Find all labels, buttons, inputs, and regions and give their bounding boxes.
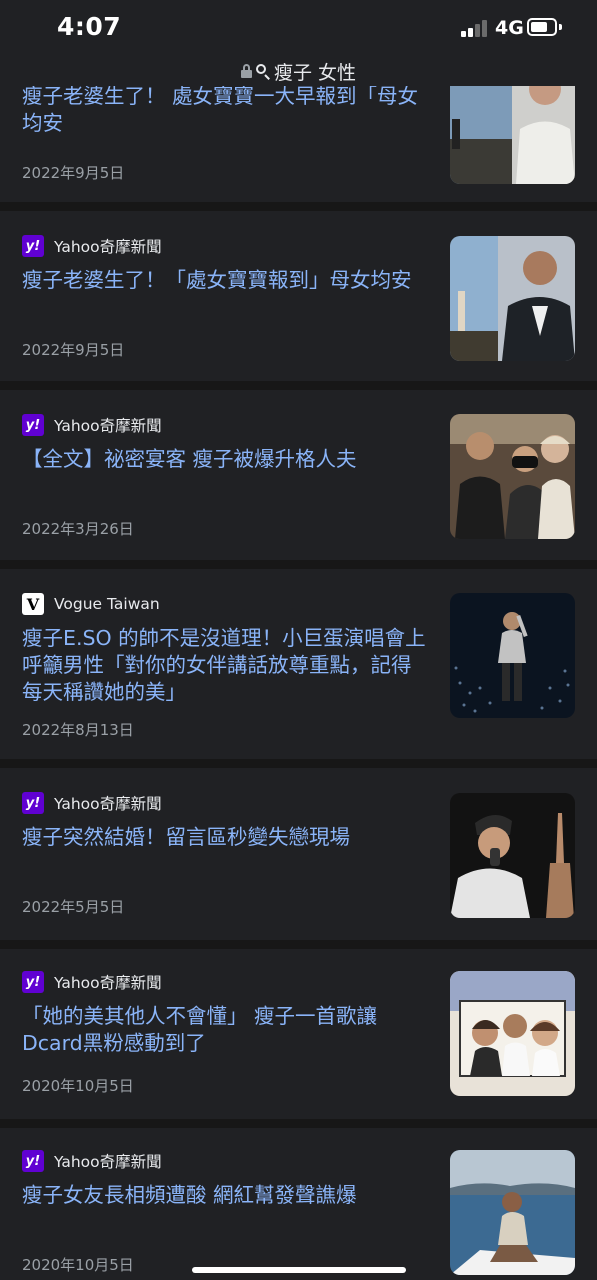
news-date: 2022年9月5日	[22, 164, 125, 182]
card-divider	[0, 560, 597, 569]
vogue-logo-icon: V	[22, 593, 44, 615]
news-date: 2020年10月5日	[22, 1256, 134, 1274]
home-indicator[interactable]	[192, 1267, 406, 1273]
news-thumbnail[interactable]	[450, 1150, 575, 1275]
status-time: 4:07	[57, 12, 122, 41]
search-icon	[255, 64, 270, 78]
cellular-signal-icon	[461, 19, 491, 37]
news-card[interactable]: y! Yahoo奇摩新聞 【全文】祕密宴客 瘦子被爆升格人夫 2022年3月26…	[0, 390, 597, 560]
battery-icon	[527, 18, 557, 36]
card-divider	[0, 202, 597, 211]
news-date: 2022年8月13日	[22, 721, 134, 739]
news-source-name: Yahoo奇摩新聞	[54, 417, 162, 435]
news-thumbnail[interactable]	[450, 236, 575, 361]
news-date: 2022年3月26日	[22, 520, 134, 538]
search-query[interactable]: 瘦子 女性	[274, 58, 356, 85]
news-headline[interactable]: 「她的美其他人不會懂」 瘦子一首歌讓Dcard黑粉感動到了	[22, 1003, 427, 1057]
yahoo-logo-icon: y!	[22, 1150, 44, 1172]
address-bar[interactable]: 瘦子 女性	[0, 56, 597, 86]
card-divider	[0, 1119, 597, 1128]
news-date: 2022年5月5日	[22, 898, 125, 916]
news-thumbnail[interactable]	[450, 593, 575, 718]
news-card[interactable]: 瘦子老婆生了！ 處女寶寶一大早報到「母女均安 2022年9月5日	[0, 59, 597, 202]
news-card[interactable]: y! Yahoo奇摩新聞 瘦子女友長相頻遭酸 網紅幫發聲譙爆 2020年10月5…	[0, 1128, 597, 1280]
news-date: 2020年10月5日	[22, 1077, 134, 1095]
news-source: y! Yahoo奇摩新聞	[22, 971, 162, 993]
news-source: y! Yahoo奇摩新聞	[22, 792, 162, 814]
news-headline[interactable]: 瘦子老婆生了！ 處女寶寶一大早報到「母女均安	[22, 83, 427, 137]
news-thumbnail[interactable]	[450, 971, 575, 1096]
news-source-name: Yahoo奇摩新聞	[54, 238, 162, 256]
lock-icon	[240, 64, 252, 78]
yahoo-logo-icon: y!	[22, 414, 44, 436]
yahoo-logo-icon: y!	[22, 971, 44, 993]
news-headline[interactable]: 瘦子E.SO 的帥不是沒道理！小巨蛋演唱會上呼籲男性「對你的女伴講話放尊重點，記…	[22, 625, 427, 706]
news-headline[interactable]: 【全文】祕密宴客 瘦子被爆升格人夫	[22, 446, 427, 473]
news-source-name: Yahoo奇摩新聞	[54, 974, 162, 992]
yahoo-logo-icon: y!	[22, 792, 44, 814]
card-divider	[0, 759, 597, 768]
news-source-name: Vogue Taiwan	[54, 595, 160, 613]
news-headline[interactable]: 瘦子突然結婚！留言區秒變失戀現場	[22, 824, 427, 851]
yahoo-logo-icon: y!	[22, 235, 44, 257]
news-source: V Vogue Taiwan	[22, 593, 160, 615]
news-card[interactable]: y! Yahoo奇摩新聞 瘦子突然結婚！留言區秒變失戀現場 2022年5月5日	[0, 768, 597, 940]
news-source: y! Yahoo奇摩新聞	[22, 1150, 162, 1172]
news-card[interactable]: y! Yahoo奇摩新聞 瘦子老婆生了！「處女寶寶報到」母女均安 2022年9月…	[0, 211, 597, 381]
status-bar: 4:07 4G	[0, 0, 597, 56]
news-date: 2022年9月5日	[22, 341, 125, 359]
card-divider	[0, 940, 597, 949]
news-source-name: Yahoo奇摩新聞	[54, 1153, 162, 1171]
news-source: y! Yahoo奇摩新聞	[22, 235, 162, 257]
network-type: 4G	[495, 17, 524, 39]
news-card[interactable]: y! Yahoo奇摩新聞 「她的美其他人不會懂」 瘦子一首歌讓Dcard黑粉感動…	[0, 949, 597, 1119]
news-source-name: Yahoo奇摩新聞	[54, 795, 162, 813]
news-thumbnail[interactable]	[450, 793, 575, 918]
news-headline[interactable]: 瘦子女友長相頻遭酸 網紅幫發聲譙爆	[22, 1182, 427, 1209]
battery-cap	[559, 24, 562, 30]
news-card[interactable]: V Vogue Taiwan 瘦子E.SO 的帥不是沒道理！小巨蛋演唱會上呼籲男…	[0, 569, 597, 759]
news-source: y! Yahoo奇摩新聞	[22, 414, 162, 436]
news-thumbnail[interactable]	[450, 414, 575, 539]
news-headline[interactable]: 瘦子老婆生了！「處女寶寶報到」母女均安	[22, 267, 427, 294]
card-divider	[0, 381, 597, 390]
